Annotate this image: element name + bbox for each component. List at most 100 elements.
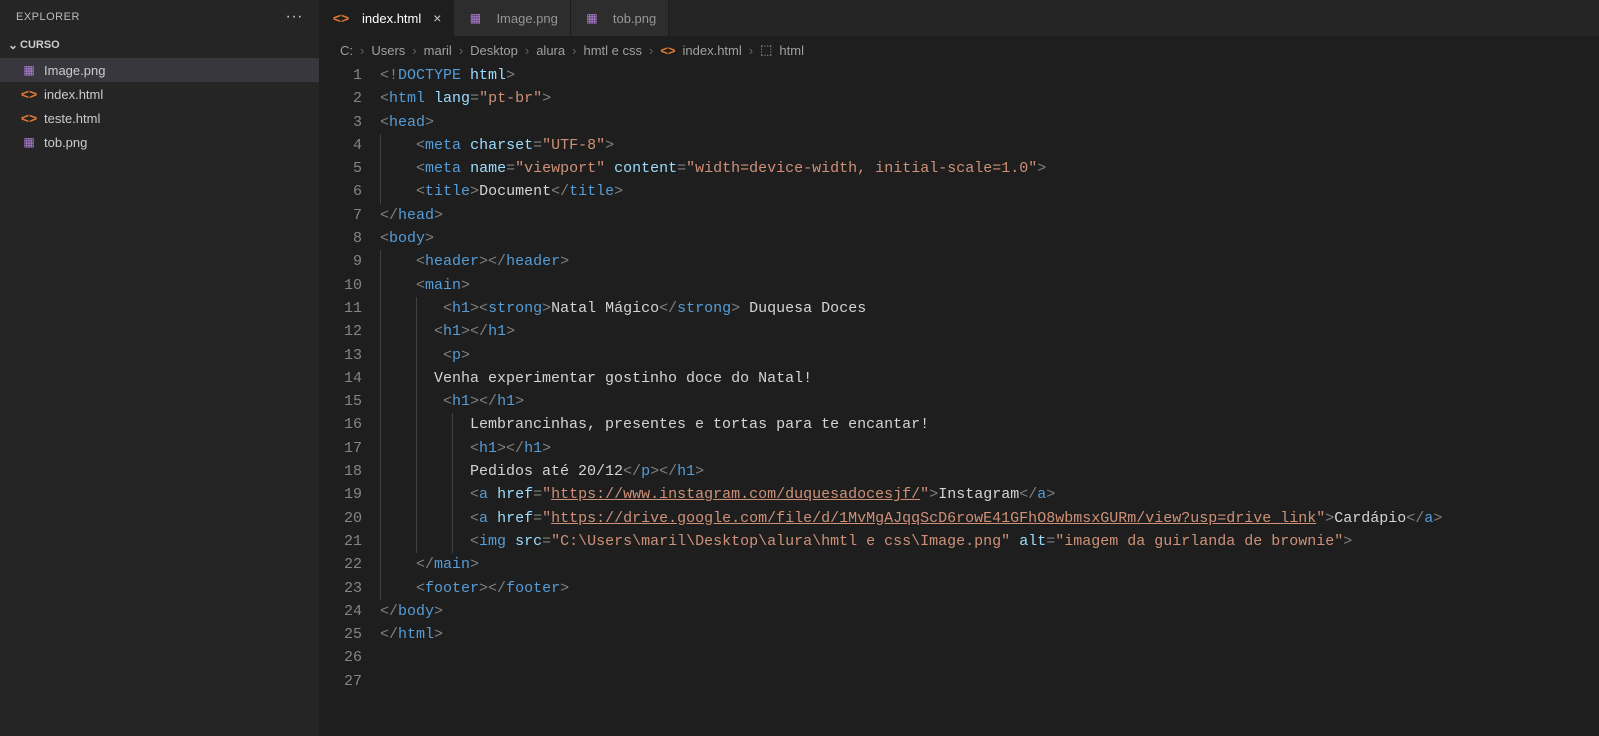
line-number: 15 (320, 390, 362, 413)
line-number: 25 (320, 623, 362, 646)
breadcrumb-separator: › (649, 43, 653, 58)
line-number: 14 (320, 367, 362, 390)
breadcrumb-separator: › (749, 43, 753, 58)
main-area: <> index.html × ▦ Image.png ▦ tob.png C: › Users… (320, 0, 1599, 736)
html-icon: <> (20, 109, 38, 127)
line-gutter: 1234567891011121314151617181920212223242… (320, 64, 380, 736)
breadcrumb-separator: › (412, 43, 416, 58)
line-number: 4 (320, 134, 362, 157)
explorer-more-icon[interactable]: ··· (286, 8, 303, 26)
code-line[interactable]: <html lang="pt-br"> (380, 87, 1599, 110)
line-number: 17 (320, 437, 362, 460)
tab-label: tob.png (613, 11, 656, 26)
line-number: 20 (320, 507, 362, 530)
line-number: 13 (320, 344, 362, 367)
file-item[interactable]: <> teste.html (0, 106, 319, 130)
code-line[interactable]: <!DOCTYPE html> (380, 64, 1599, 87)
code-line[interactable]: <main> (380, 274, 1599, 297)
tab[interactable]: ▦ tob.png (571, 0, 669, 36)
breadcrumb-item[interactable]: C: (340, 43, 353, 58)
code-line[interactable]: <h1></h1> (380, 437, 1599, 460)
line-number: 12 (320, 320, 362, 343)
code-line[interactable]: </head> (380, 204, 1599, 227)
code-line[interactable]: <title>Document</title> (380, 180, 1599, 203)
tab-label: Image.png (496, 11, 557, 26)
breadcrumb-item[interactable]: maril (424, 43, 452, 58)
code-line[interactable]: <img src="C:\Users\maril\Desktop\alura\h… (380, 530, 1599, 553)
image-icon: ▦ (583, 9, 601, 27)
file-item[interactable]: <>index.html (0, 82, 319, 106)
image-icon: ▦ (20, 61, 38, 79)
symbol-icon: ⬚ (760, 42, 772, 58)
file-list: ▦Image.png<>index.html<>teste.html▦tob.p… (0, 56, 319, 154)
line-number: 27 (320, 670, 362, 693)
code-line[interactable] (380, 646, 1599, 669)
code-line[interactable]: <header></header> (380, 250, 1599, 273)
breadcrumb-item[interactable]: Desktop (470, 43, 518, 58)
code-line[interactable]: </main> (380, 553, 1599, 576)
line-number: 8 (320, 227, 362, 250)
code-line[interactable]: <meta charset="UTF-8"> (380, 134, 1599, 157)
file-label: Image.png (44, 63, 105, 78)
line-number: 10 (320, 274, 362, 297)
breadcrumb-item[interactable]: hmtl e css (583, 43, 642, 58)
breadcrumbs[interactable]: C: › Users › maril › Desktop › alura › hmtl e css ›… (320, 36, 1599, 64)
breadcrumb-separator: › (525, 43, 529, 58)
file-item[interactable]: ▦ tob.png (0, 130, 319, 154)
line-number: 18 (320, 460, 362, 483)
tab[interactable]: ▦ Image.png (454, 0, 570, 36)
code-area[interactable]: <!DOCTYPE html><html lang="pt-br"><head>… (380, 64, 1599, 736)
file-label: tob.png (44, 135, 87, 150)
line-number: 1 (320, 64, 362, 87)
breadcrumb-item[interactable]: index.html (683, 43, 742, 58)
code-line[interactable]: <h1><strong>Natal Mágico</strong> Duques… (380, 297, 1599, 320)
line-number: 24 (320, 600, 362, 623)
line-number: 6 (320, 180, 362, 203)
code-line[interactable]: <body> (380, 227, 1599, 250)
tab-label: index.html (362, 11, 421, 26)
code-line[interactable]: </html> (380, 623, 1599, 646)
line-number: 3 (320, 111, 362, 134)
code-line[interactable]: <p> (380, 344, 1599, 367)
code-line[interactable]: <a href="https://www.instagram.com/duque… (380, 483, 1599, 506)
code-line[interactable]: <meta name="viewport" content="width=dev… (380, 157, 1599, 180)
line-number: 26 (320, 646, 362, 669)
image-icon: ▦ (20, 133, 38, 151)
code-line[interactable]: Lembrancinhas, presentes e tortas para t… (380, 413, 1599, 436)
code-line[interactable]: Venha experimentar gostinho doce do Nata… (380, 367, 1599, 390)
code-line[interactable]: <footer></footer> (380, 577, 1599, 600)
line-number: 16 (320, 413, 362, 436)
breadcrumb-separator: › (459, 43, 463, 58)
html-icon: <> (660, 43, 675, 58)
explorer-sidebar: EXPLORER ··· ⌄ CURSO ▦ Image.png <>index.h… (0, 0, 320, 736)
line-number: 11 (320, 297, 362, 320)
file-label: teste.html (44, 111, 100, 126)
folder-header[interactable]: ⌄ CURSO (0, 34, 319, 56)
line-number: 5 (320, 157, 362, 180)
code-line[interactable]: <h1></h1> (380, 320, 1599, 343)
breadcrumb-separator: › (572, 43, 576, 58)
code-line[interactable]: </body> (380, 600, 1599, 623)
breadcrumb-item[interactable]: alura (536, 43, 565, 58)
folder-name: CURSO (20, 39, 60, 51)
image-icon: ▦ (466, 9, 484, 27)
line-number: 9 (320, 250, 362, 273)
breadcrumb-item[interactable]: Users (371, 43, 405, 58)
tab[interactable]: <> index.html × (320, 0, 454, 36)
line-number: 2 (320, 87, 362, 110)
line-number: 19 (320, 483, 362, 506)
code-line[interactable]: <a href="https://drive.google.com/file/d… (380, 507, 1599, 530)
code-line[interactable]: <head> (380, 111, 1599, 134)
editor[interactable]: 1234567891011121314151617181920212223242… (320, 64, 1599, 736)
html-icon: <> (20, 85, 38, 103)
code-line[interactable]: Pedidos até 20/12</p></h1> (380, 460, 1599, 483)
chevron-down-icon: ⌄ (6, 38, 20, 52)
close-icon[interactable]: × (433, 10, 441, 26)
line-number: 7 (320, 204, 362, 227)
code-line[interactable] (380, 670, 1599, 693)
explorer-header: EXPLORER ··· (0, 0, 319, 34)
file-item[interactable]: ▦ Image.png (0, 58, 319, 82)
code-line[interactable]: <h1></h1> (380, 390, 1599, 413)
breadcrumb-item[interactable]: html (779, 43, 804, 58)
html-icon: <> (332, 9, 350, 27)
